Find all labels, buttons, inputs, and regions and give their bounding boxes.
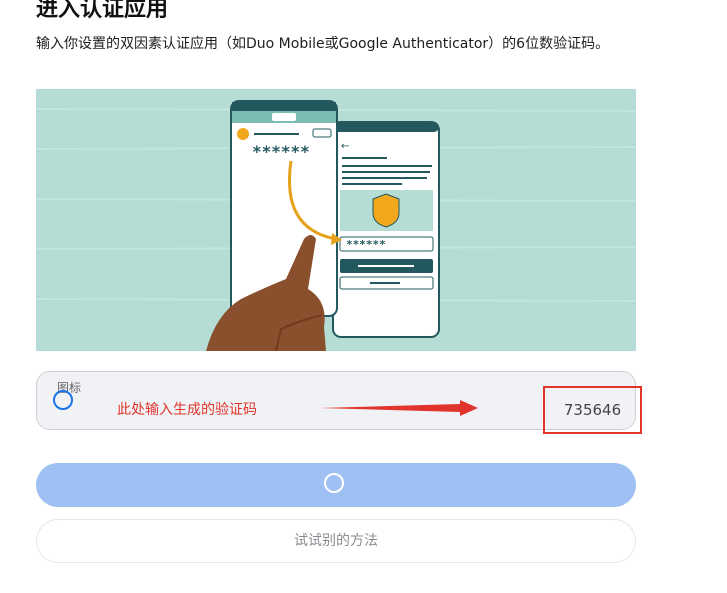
- try-another-method-button[interactable]: 试试别的方法: [36, 519, 636, 563]
- code-input-value[interactable]: 735646: [543, 386, 642, 434]
- input-annotation: 此处输入生成的验证码: [117, 402, 257, 418]
- svg-text:←: ←: [341, 141, 349, 152]
- circle-icon: [53, 390, 73, 410]
- authenticator-illustration: ← ****** ******: [36, 89, 636, 351]
- verification-code-field[interactable]: 图标 此处输入生成的验证码 735646: [36, 371, 642, 434]
- page-description: 输入你设置的双因素认证应用（如Duo Mobile或Google Authent…: [36, 36, 610, 52]
- masked-code-bottom: ******: [346, 238, 386, 251]
- masked-code-top: ******: [252, 142, 310, 161]
- phone-right: ← ******: [332, 121, 440, 338]
- page-title: 进入认证应用: [36, 0, 169, 22]
- submit-button[interactable]: [36, 463, 636, 507]
- spinner-icon: [324, 473, 344, 493]
- annotation-arrow: [320, 400, 478, 416]
